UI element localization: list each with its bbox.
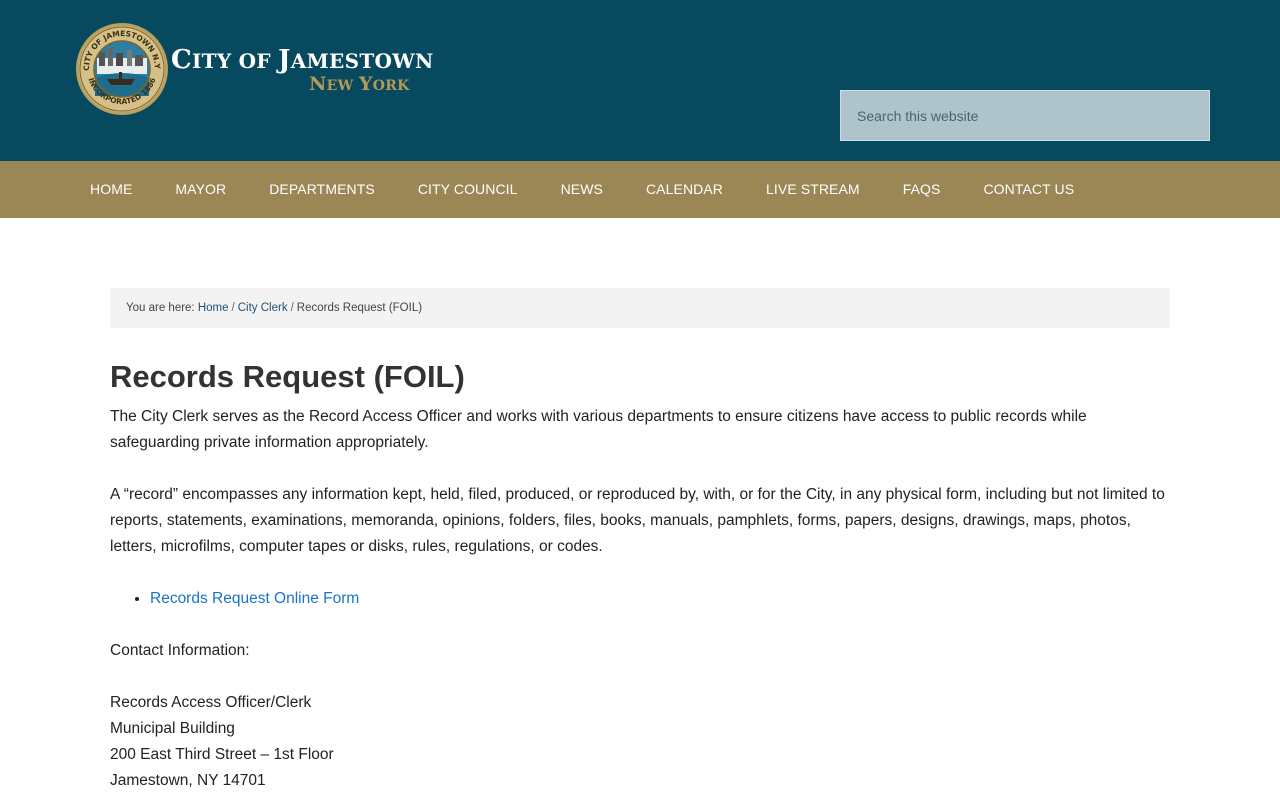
nav-item-home: HOME xyxy=(90,181,132,199)
contact-line: Records Access Officer/Clerk xyxy=(110,694,312,711)
breadcrumb-separator: / xyxy=(290,302,294,314)
site-subtitle-part: ORK xyxy=(372,78,410,94)
site-title-part: J xyxy=(278,45,291,75)
nav-link-city-council[interactable]: CITY COUNCIL xyxy=(418,181,518,197)
breadcrumb-separator: / xyxy=(231,302,235,314)
breadcrumb-city-clerk-link[interactable]: City Clerk xyxy=(238,302,288,314)
site-header: CITY OF JAMESTOWN N.Y. INCORPORATED 1886… xyxy=(0,0,1280,161)
links-list: Records Request Online Form xyxy=(150,586,1170,612)
contact-address: Records Access Officer/Clerk Municipal B… xyxy=(110,690,1170,794)
site-subtitle-part: Y xyxy=(358,73,373,95)
site-subtitle-part: EW xyxy=(326,78,359,94)
nav-item-live-stream: LIVE STREAM xyxy=(766,181,860,199)
intro-paragraph: The City Clerk serves as the Record Acce… xyxy=(110,408,1087,451)
site-title[interactable]: CITY OF JAMESTOWN xyxy=(171,45,434,75)
contact-line: Municipal Building xyxy=(110,720,235,737)
contact-heading: Contact Information: xyxy=(110,642,250,659)
breadcrumb-current: Records Request (FOIL) xyxy=(296,302,423,314)
site-title-part: C xyxy=(171,45,192,75)
breadcrumb: You are here: Home / City Clerk / Records Re… xyxy=(110,288,1170,328)
main-content: Records Request (FOIL) The City Clerk se… xyxy=(110,357,1170,794)
records-request-form-link[interactable]: Records Request Online Form xyxy=(150,590,359,607)
search-input[interactable] xyxy=(857,107,1193,124)
breadcrumb-home-link[interactable]: Home xyxy=(198,302,229,314)
nav-link-live-stream[interactable]: LIVE STREAM xyxy=(766,181,860,197)
nav-item-city-council: CITY COUNCIL xyxy=(418,181,518,199)
search-box xyxy=(840,90,1210,141)
city-seal-icon: CITY OF JAMESTOWN N.Y. INCORPORATED 1886 xyxy=(75,22,168,115)
site-title-part: AMESTOWN xyxy=(290,49,434,73)
nav-link-home[interactable]: HOME xyxy=(90,181,132,197)
main-nav: HOME MAYOR DEPARTMENTS CITY COUNCIL NEWS… xyxy=(0,161,1280,218)
nav-link-faqs[interactable]: FAQS xyxy=(903,181,941,197)
nav-item-departments: DEPARTMENTS xyxy=(269,181,375,199)
nav-item-contact-us: CONTACT US xyxy=(983,181,1074,199)
nav-link-departments[interactable]: DEPARTMENTS xyxy=(269,181,375,197)
nav-item-news: NEWS xyxy=(561,181,603,199)
contact-line: Jamestown, NY 14701 xyxy=(110,772,266,789)
record-definition-paragraph: A “record” encompasses any information k… xyxy=(110,486,1165,555)
nav-link-calendar[interactable]: CALENDAR xyxy=(646,181,723,197)
contact-line: 200 East Third Street – 1st Floor xyxy=(110,746,334,763)
list-item: Records Request Online Form xyxy=(150,586,1170,612)
site-subtitle: NEW YORK xyxy=(309,73,410,95)
nav-item-calendar: CALENDAR xyxy=(646,181,723,199)
nav-link-news[interactable]: NEWS xyxy=(561,181,603,197)
nav-item-faqs: FAQS xyxy=(903,181,941,199)
nav-link-contact-us[interactable]: CONTACT US xyxy=(983,181,1074,197)
breadcrumb-prefix: You are here: xyxy=(126,302,195,314)
page-title: Records Request (FOIL) xyxy=(110,359,465,394)
nav-item-mayor: MAYOR xyxy=(175,181,226,199)
site-subtitle-part: N xyxy=(309,73,327,95)
site-title-part: ITY OF xyxy=(192,49,279,73)
nav-link-mayor[interactable]: MAYOR xyxy=(175,181,226,197)
